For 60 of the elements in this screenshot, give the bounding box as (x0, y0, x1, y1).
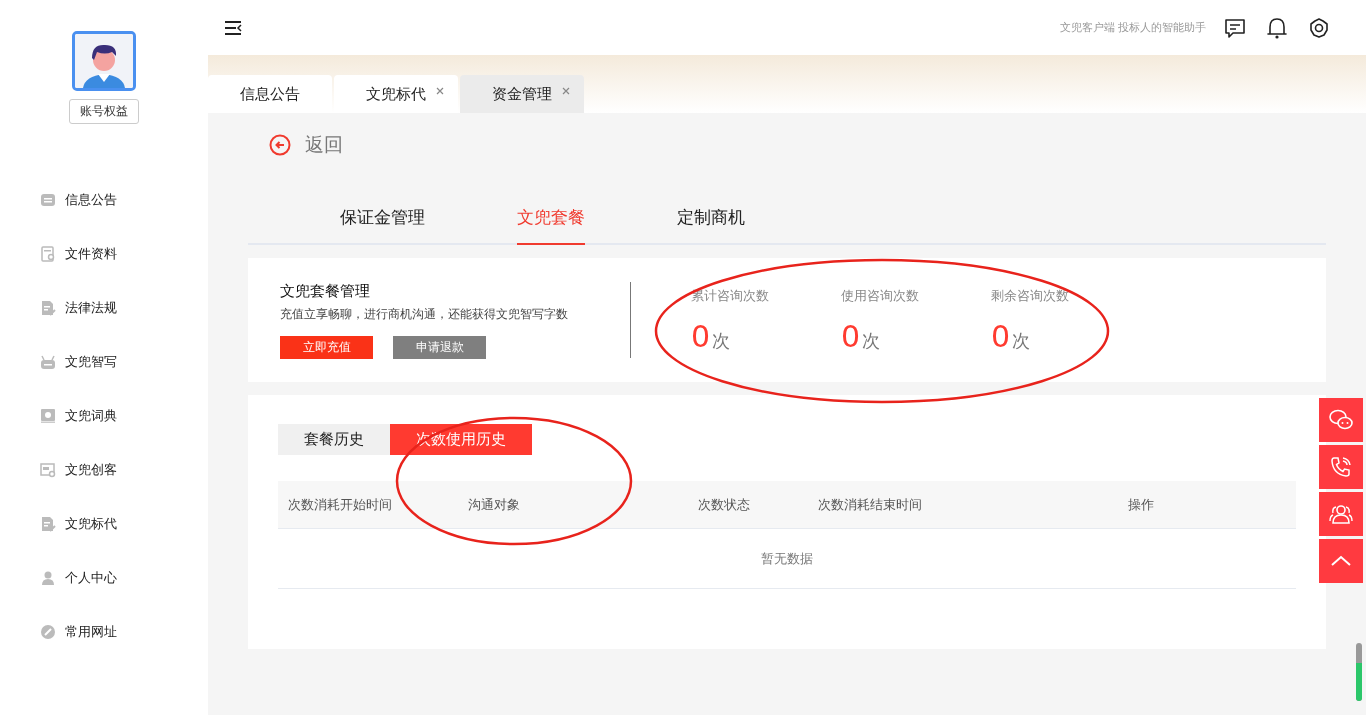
chat-button[interactable] (1319, 398, 1363, 442)
section-tab[interactable]: 保证金管理 (340, 191, 425, 245)
group-icon (1329, 503, 1353, 525)
document-edit-icon (40, 300, 56, 316)
message-icon (40, 192, 56, 208)
column-header: 次数消耗结束时间 (818, 496, 922, 512)
stat-value: 0 (691, 318, 711, 354)
document-search-icon (40, 246, 56, 262)
book-icon (40, 408, 56, 424)
close-icon[interactable] (562, 87, 570, 95)
group-button[interactable] (1319, 492, 1363, 536)
sidebar-item[interactable]: 文兜创客 (0, 443, 208, 497)
sidebar-item[interactable]: 文兜词典 (0, 389, 208, 443)
notification-icon[interactable] (1266, 15, 1288, 40)
section-tab[interactable]: 文兜套餐 (517, 191, 585, 245)
sidebar-item[interactable]: 文件资料 (0, 227, 208, 281)
settings-icon[interactable] (1308, 16, 1330, 39)
stat-value: 0 (841, 318, 861, 354)
back-to-top-button[interactable] (1319, 539, 1363, 583)
sidebar-item[interactable]: 文兜智写 (0, 335, 208, 389)
back-link[interactable]: 返回 (305, 132, 343, 158)
scroll-indicator (1356, 643, 1362, 701)
chevron-up-icon (1330, 555, 1352, 567)
history-tab[interactable]: 套餐历史 (278, 424, 390, 455)
sidebar-item[interactable]: 信息公告 (0, 173, 208, 227)
person-icon (40, 570, 56, 586)
sidebar-item[interactable]: 个人中心 (0, 551, 208, 605)
stat-label: 使用咨询次数 (841, 286, 920, 305)
message-icon[interactable] (1224, 16, 1246, 39)
package-title: 文兜套餐管理 (280, 281, 371, 301)
stat-unit: 次 (862, 328, 881, 353)
section-tab[interactable]: 定制商机 (677, 191, 745, 245)
document-edit-icon (40, 516, 56, 532)
stat-unit: 次 (1012, 328, 1031, 353)
recharge-button[interactable]: 立即充值 (280, 335, 373, 359)
sidebar-item[interactable]: 法律法规 (0, 281, 208, 335)
avatar-icon[interactable] (72, 31, 136, 91)
chat-bubbles-icon (1328, 408, 1354, 432)
sidebar-item[interactable]: 常用网址 (0, 605, 208, 659)
robot-icon (40, 354, 56, 370)
phone-button[interactable] (1319, 445, 1363, 489)
app-slogan: 文兜客户端 投标人的智能助手 (1059, 20, 1206, 35)
column-header: 次数消耗开始时间 (288, 496, 392, 512)
phone-icon (1329, 455, 1353, 479)
stat-value: 0 (991, 318, 1011, 354)
column-header: 操作 (1128, 496, 1154, 512)
column-header: 次数状态 (698, 496, 750, 512)
stat-unit: 次 (712, 328, 731, 353)
account-benefits-button[interactable]: 账号权益 (69, 99, 139, 124)
page-tab[interactable]: 资金管理 (460, 75, 584, 113)
empty-message: 暂无数据 (761, 549, 813, 568)
stat-label: 剩余咨询次数 (991, 286, 1070, 305)
package-description: 充值立享畅聊，进行商机沟通，还能获得文兜智写字数 (280, 306, 569, 322)
column-header: 沟通对象 (468, 496, 520, 512)
card-search-icon (40, 462, 56, 478)
sidebar-item[interactable]: 文兜标代 (0, 497, 208, 551)
close-icon[interactable] (436, 87, 444, 95)
refund-button[interactable]: 申请退款 (393, 335, 486, 359)
link-icon (40, 624, 56, 640)
menu-collapse-icon[interactable] (224, 19, 242, 36)
